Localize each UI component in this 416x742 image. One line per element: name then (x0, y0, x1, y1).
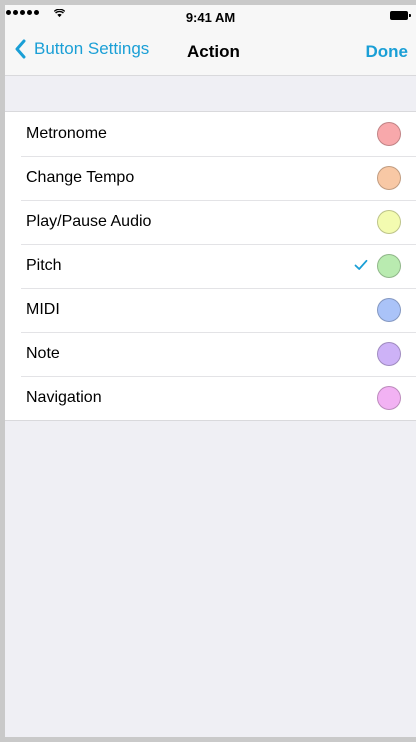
color-swatch (377, 342, 401, 366)
done-button[interactable]: Done (366, 42, 409, 62)
status-bar: 9:41 AM (5, 5, 416, 29)
action-row[interactable]: Play/Pause Audio (5, 200, 416, 244)
action-row[interactable]: Pitch (5, 244, 416, 288)
action-row-label: Change Tempo (26, 169, 135, 186)
checkmark-icon (354, 259, 368, 270)
action-row-label: Navigation (26, 389, 102, 406)
color-swatch (377, 210, 401, 234)
color-swatch (377, 166, 401, 190)
chevron-left-icon (15, 39, 26, 59)
color-swatch (377, 254, 401, 278)
back-button-label: Button Settings (34, 39, 150, 58)
back-button[interactable]: Button Settings (14, 39, 149, 59)
page-title: Action (187, 42, 240, 61)
action-row[interactable]: Change Tempo (5, 156, 416, 200)
navigation-bar: Button Settings Action Done (5, 29, 416, 75)
color-swatch (377, 122, 401, 146)
color-swatch (377, 386, 401, 410)
action-row[interactable]: MIDI (5, 288, 416, 332)
battery-icon (390, 11, 411, 20)
action-row-label: Play/Pause Audio (26, 213, 152, 230)
color-swatch (377, 298, 401, 322)
action-row-label: Pitch (26, 257, 62, 274)
action-list: Metronome Change Tempo Play/Pause Audio Pit… (5, 111, 416, 421)
action-row[interactable]: Metronome (5, 112, 416, 156)
battery-body (390, 11, 408, 20)
status-time: 9:41 AM (185, 10, 236, 25)
top-bar-area: 9:41 AM Button Settings Action Done (5, 5, 416, 76)
battery-tip (409, 14, 411, 17)
action-row-label: Note (26, 345, 60, 362)
action-row-label: Metronome (26, 125, 107, 142)
section-spacer (5, 76, 416, 111)
phone-screen: 9:41 AM Button Settings Action Done Metr… (0, 0, 416, 742)
action-row[interactable]: Note (5, 332, 416, 376)
action-row-label: MIDI (26, 301, 60, 318)
action-row[interactable]: Navigation (5, 376, 416, 420)
